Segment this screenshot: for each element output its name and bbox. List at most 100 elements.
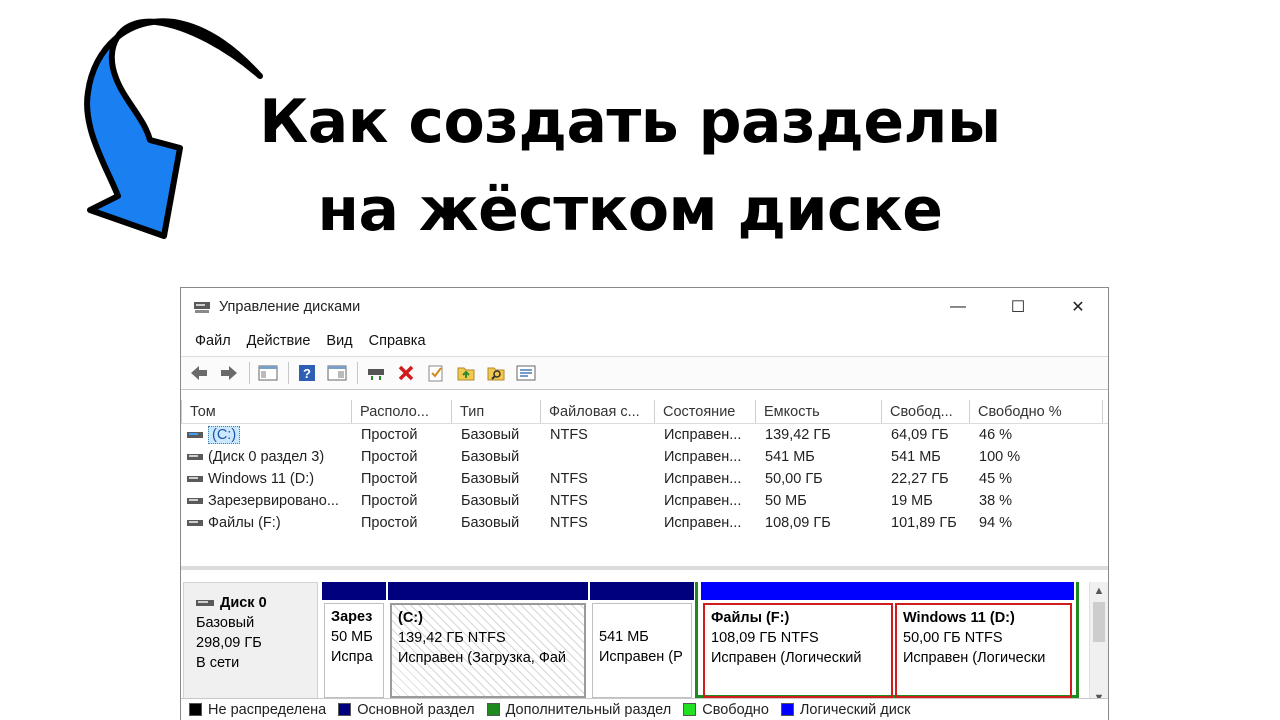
- menu-help[interactable]: Справка: [361, 333, 434, 349]
- partition-body: (C:) 139,42 ГБ NTFS Исправен (Загрузка, …: [390, 603, 586, 698]
- curved-arrow-icon: [84, 18, 263, 239]
- column-header-volume[interactable]: Том: [181, 400, 352, 423]
- list-view-button[interactable]: [514, 361, 538, 385]
- column-header-type[interactable]: Тип: [452, 400, 541, 423]
- headline-line-1: Как создать разделы: [259, 87, 1001, 157]
- partition-f[interactable]: Файлы (F:) 108,09 ГБ NTFS Исправен (Логи…: [701, 582, 895, 698]
- menu-view[interactable]: Вид: [318, 333, 360, 349]
- headline-line-2: на жёстком диске: [317, 175, 943, 245]
- partition-status: Исправен (Логический: [711, 650, 862, 666]
- vertical-scrollbar[interactable]: ▲ ▼: [1089, 582, 1108, 707]
- properties-pane-button[interactable]: [325, 361, 349, 385]
- partition-c[interactable]: (C:) 139,42 ГБ NTFS Исправен (Загрузка, …: [388, 582, 588, 698]
- disk-status: В сети: [196, 655, 240, 671]
- layout-cell: Простой: [361, 471, 418, 487]
- capacity-cell: 541 МБ: [765, 449, 815, 465]
- filesystem-cell: NTFS: [550, 471, 588, 487]
- partition-size: 50 МБ: [331, 629, 373, 645]
- legend-swatch: [189, 703, 202, 716]
- search-folder-button[interactable]: [484, 361, 508, 385]
- maximize-button[interactable]: ☐: [988, 288, 1048, 326]
- status-cell: Исправен...: [664, 515, 742, 531]
- volume-icon: [187, 520, 203, 526]
- connect-disk-button[interactable]: [364, 361, 388, 385]
- table-row[interactable]: (C:) Простой Базовый NTFS Исправен... 13…: [181, 424, 1108, 446]
- volume-list: Том Располо... Тип Файловая с... Состоян…: [181, 400, 1108, 570]
- back-button[interactable]: [187, 361, 211, 385]
- free-space-cell: 64,09 ГБ: [891, 427, 949, 443]
- disk-management-window: Управление дисками — ☐ ✕ Файл Действие В…: [180, 287, 1109, 720]
- menu-file[interactable]: Файл: [187, 333, 239, 349]
- disk-info-panel[interactable]: Диск 0 Базовый 298,09 ГБ В сети: [183, 582, 318, 706]
- minimize-button[interactable]: —: [928, 288, 988, 326]
- check-button[interactable]: [424, 361, 448, 385]
- help-button[interactable]: ?: [295, 361, 319, 385]
- volume-icon: [187, 432, 203, 438]
- table-row[interactable]: Зарезервировано... Простой Базовый NTFS …: [181, 490, 1108, 512]
- disk-name: Диск 0: [220, 595, 267, 611]
- free-space-cell: 22,27 ГБ: [891, 471, 949, 487]
- menu-action[interactable]: Действие: [239, 333, 319, 349]
- volume-icon: [187, 454, 203, 460]
- column-header-layout[interactable]: Располо...: [352, 400, 452, 423]
- partition-size: 139,42 ГБ NTFS: [398, 630, 506, 646]
- legend-item-logical: Логический диск: [780, 702, 910, 718]
- scroll-thumb[interactable]: [1093, 602, 1105, 642]
- forward-arrow-icon: [221, 366, 237, 380]
- disk-name-row: Диск 0: [196, 593, 317, 613]
- headline: Как создать разделы на жёстком диске: [250, 78, 1010, 254]
- console-tree-icon: [258, 365, 278, 381]
- partition-body: Файлы (F:) 108,09 ГБ NTFS Исправен (Логи…: [703, 603, 893, 698]
- show-hide-console-tree-button[interactable]: [256, 361, 280, 385]
- legend-item-extended: Дополнительный раздел: [486, 701, 672, 718]
- volume-cell: (Диск 0 раздел 3): [181, 449, 353, 465]
- layout-cell: Простой: [361, 427, 418, 443]
- back-arrow-icon: [191, 366, 207, 380]
- delete-button[interactable]: [394, 361, 418, 385]
- close-button[interactable]: ✕: [1048, 288, 1108, 326]
- partition-bar: [322, 582, 386, 600]
- menu-bar: Файл Действие Вид Справка: [181, 326, 1108, 356]
- column-header-percent-free[interactable]: Свободно %: [970, 400, 1103, 423]
- partition-size: 108,09 ГБ NTFS: [711, 630, 819, 646]
- column-header-capacity[interactable]: Емкость: [756, 400, 882, 423]
- table-row[interactable]: (Диск 0 раздел 3) Простой Базовый Исправ…: [181, 446, 1108, 468]
- column-header-filesystem[interactable]: Файловая с...: [541, 400, 655, 423]
- forward-button[interactable]: [217, 361, 241, 385]
- legend-label: Не распределена: [208, 701, 327, 718]
- volume-name: (Диск 0 раздел 3): [208, 449, 325, 465]
- type-cell: Базовый: [461, 427, 520, 443]
- disk-size: 298,09 ГБ: [196, 635, 262, 651]
- partition-recovery[interactable]: 541 МБ Исправен (Р: [590, 582, 694, 698]
- table-row[interactable]: Файлы (F:) Простой Базовый NTFS Исправен…: [181, 512, 1108, 534]
- legend-swatch: [486, 703, 500, 716]
- table-row[interactable]: Windows 11 (D:) Простой Базовый NTFS Исп…: [181, 468, 1108, 490]
- partition-body: Windows 11 (D:) 50,00 ГБ NTFS Исправен (…: [895, 603, 1072, 698]
- status-cell: Исправен...: [664, 493, 742, 509]
- scroll-up-icon[interactable]: ▲: [1090, 582, 1108, 600]
- partition-status: Исправен (Загрузка, Фай: [398, 650, 567, 666]
- title-bar[interactable]: Управление дисками — ☐ ✕: [181, 288, 1108, 326]
- column-header-free-space[interactable]: Свобод...: [882, 400, 970, 423]
- layout-cell: Простой: [361, 515, 418, 531]
- partition-d[interactable]: Windows 11 (D:) 50,00 ГБ NTFS Исправен (…: [893, 582, 1074, 698]
- toolbar-separator: [357, 362, 358, 384]
- status-cell: Исправен...: [664, 449, 742, 465]
- partition-reserved[interactable]: Зарез 50 МБ Испра: [322, 582, 386, 698]
- table-header: Том Располо... Тип Файловая с... Состоян…: [181, 400, 1108, 424]
- filesystem-cell: NTFS: [550, 493, 588, 509]
- free-space-cell: 541 МБ: [891, 449, 941, 465]
- capacity-cell: 50 МБ: [765, 493, 807, 509]
- disk-map: Диск 0 Базовый 298,09 ГБ В сети Зарез 50…: [181, 582, 1108, 707]
- partition-title: Windows 11 (D:): [903, 610, 1015, 626]
- percent-free-cell: 46 %: [979, 427, 1013, 443]
- legend-swatch: [780, 703, 794, 716]
- folder-up-button[interactable]: [454, 361, 478, 385]
- type-cell: Базовый: [461, 471, 520, 487]
- legend-label: Дополнительный раздел: [505, 701, 672, 718]
- filesystem-cell: NTFS: [550, 515, 588, 531]
- partition-body: Зарез 50 МБ Испра: [324, 603, 384, 698]
- column-header-status[interactable]: Состояние: [655, 400, 756, 423]
- volume-cell: Windows 11 (D:): [181, 471, 353, 487]
- volume-cell: Файлы (F:): [181, 515, 353, 531]
